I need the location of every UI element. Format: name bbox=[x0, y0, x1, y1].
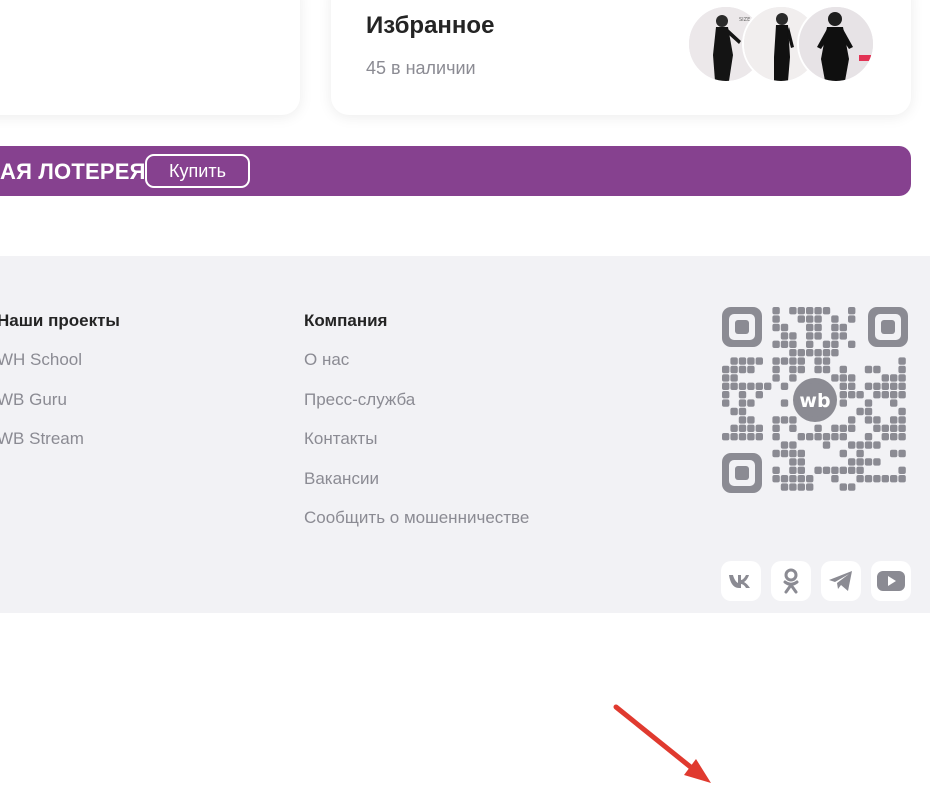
telegram-icon bbox=[829, 571, 852, 591]
vk-icon bbox=[729, 575, 750, 588]
favorites-thumbnails: SIZE bbox=[687, 5, 877, 83]
buy-button[interactable]: Купить bbox=[145, 154, 250, 188]
footer-link[interactable]: Сообщить о мошенничестве bbox=[304, 508, 529, 528]
vk-button[interactable] bbox=[721, 561, 761, 601]
footer-link[interactable]: Вакансии bbox=[304, 469, 379, 489]
account-card[interactable] bbox=[0, 0, 300, 115]
footer-link[interactable]: WB Guru bbox=[0, 390, 67, 410]
favorites-card[interactable]: Избранное 45 в наличии SIZE bbox=[331, 0, 911, 115]
odnoklassniki-button[interactable] bbox=[771, 561, 811, 601]
company-heading: Компания bbox=[304, 311, 388, 330]
projects-heading: Наши проекты bbox=[0, 311, 120, 330]
footer-link[interactable]: О нас bbox=[304, 350, 349, 370]
arrow-annotation bbox=[613, 704, 711, 783]
product-thumbnail bbox=[797, 5, 875, 83]
footer-link[interactable]: Контакты bbox=[304, 429, 377, 449]
footer-link[interactable]: Пресс-служба bbox=[304, 390, 415, 410]
qr-code: wb bbox=[722, 307, 908, 493]
odnoklassniki-icon bbox=[783, 568, 799, 594]
footer: Наши проекты WH School WB Guru WB Stream… bbox=[0, 256, 930, 783]
youtube-button[interactable] bbox=[871, 561, 911, 601]
favorites-count: 45 в наличии bbox=[366, 58, 476, 78]
lottery-banner[interactable]: АЯ ЛОТЕРЕЯ Купить bbox=[0, 146, 911, 196]
footer-link[interactable]: WB Stream bbox=[0, 429, 84, 449]
favorites-title: Избранное bbox=[366, 12, 495, 39]
footer-link[interactable]: WH School bbox=[0, 350, 82, 370]
telegram-button[interactable] bbox=[821, 561, 861, 601]
qr-logo: wb bbox=[799, 390, 830, 412]
youtube-icon bbox=[877, 571, 905, 591]
lottery-title: АЯ ЛОТЕРЕЯ bbox=[0, 159, 146, 184]
